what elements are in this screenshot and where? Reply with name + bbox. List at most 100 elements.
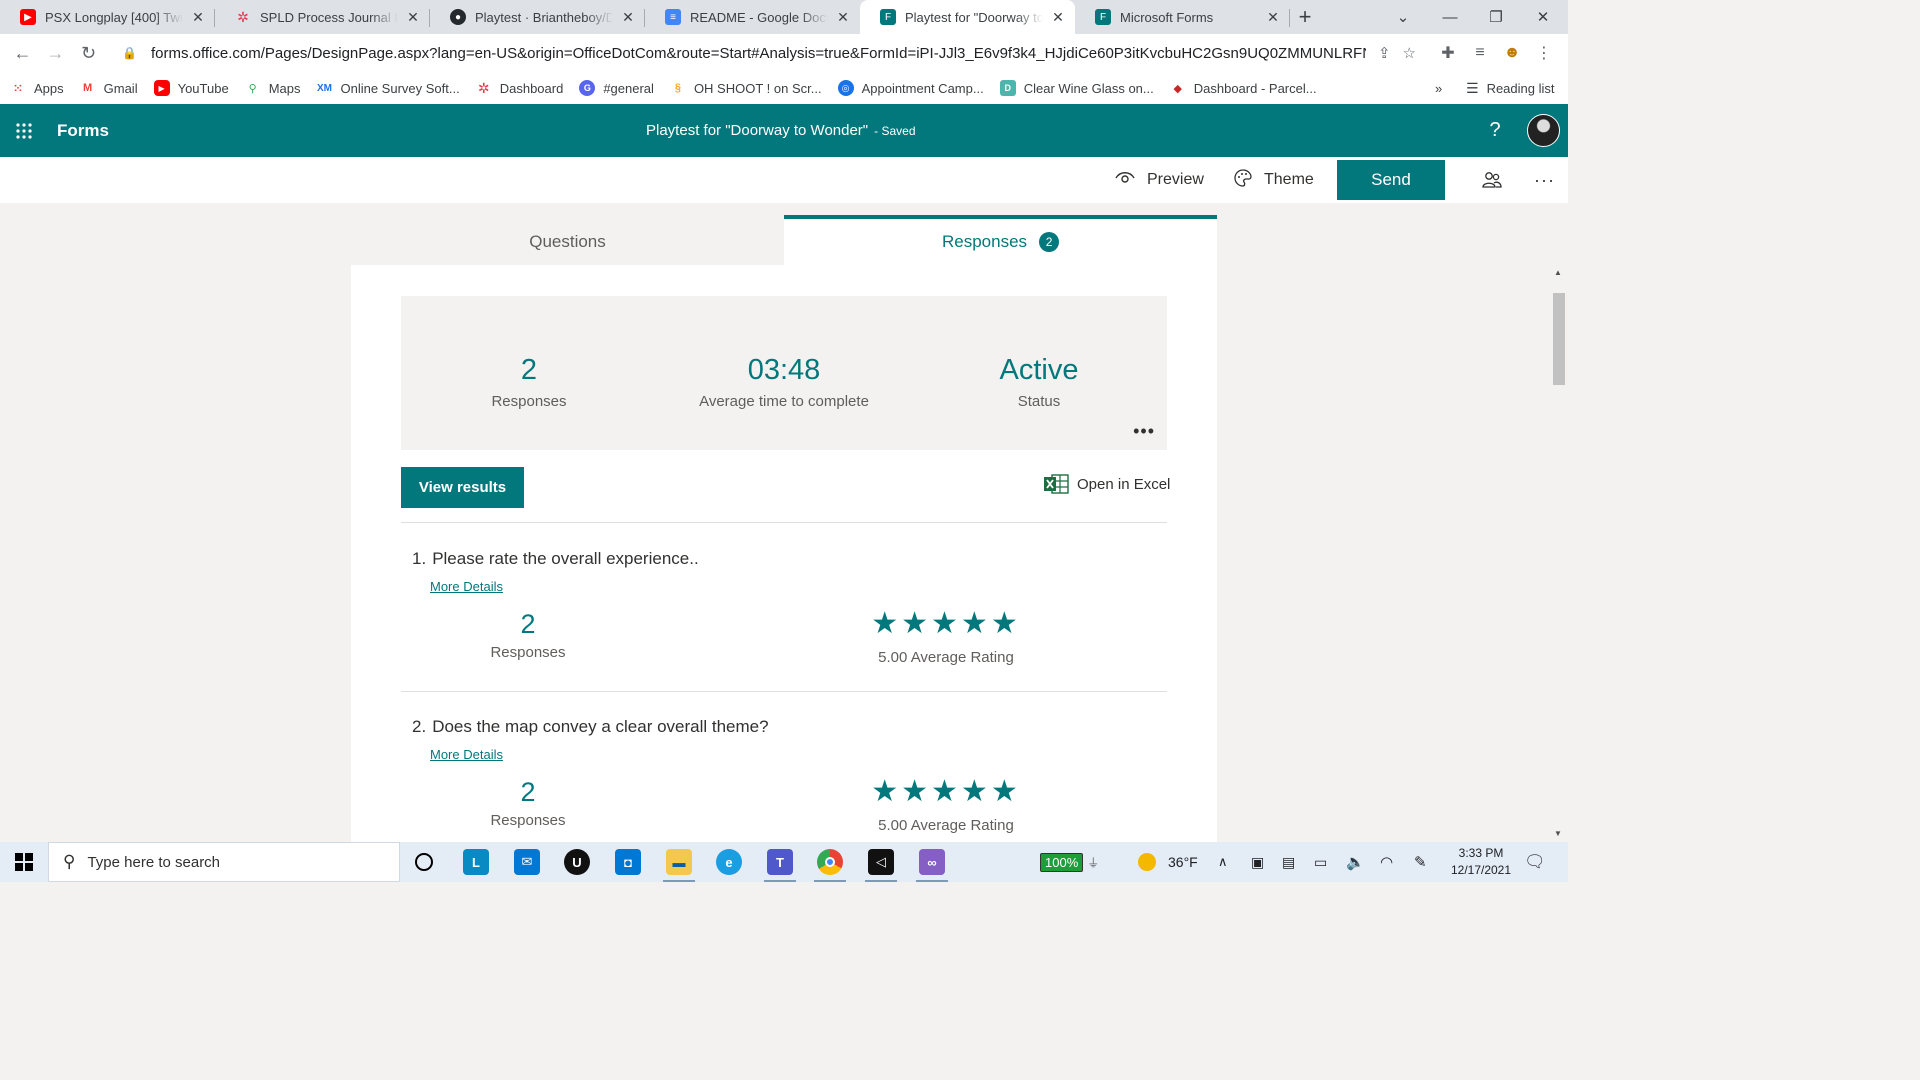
star-rating-icon: ★★★★★ [871, 775, 1021, 808]
close-tab-icon[interactable]: ✕ [1049, 8, 1067, 26]
chrome-icon[interactable] [808, 842, 852, 882]
close-window-icon[interactable]: ✕ [1520, 0, 1566, 34]
summary-more-options-icon[interactable]: ••• [1133, 421, 1155, 442]
reload-icon[interactable]: ↻ [72, 37, 105, 70]
file-explorer-icon[interactable]: ▬ [657, 842, 701, 882]
collaborate-people-icon[interactable] [1482, 157, 1502, 203]
divider [401, 691, 1167, 692]
system-clock[interactable]: 3:33 PM 12/17/2021 [1446, 845, 1516, 879]
close-tab-icon[interactable]: ✕ [404, 8, 422, 26]
pen-icon[interactable]: ✎ [1414, 842, 1427, 882]
bookmark-youtube[interactable]: ▶ YouTube [153, 80, 229, 96]
help-icon[interactable]: ? [1480, 104, 1510, 157]
display-icon[interactable]: ▤ [1282, 842, 1295, 882]
bookmark-wine-glass[interactable]: D Clear Wine Glass on... [999, 80, 1154, 96]
profile-extension-icon[interactable]: ☻ [1496, 36, 1528, 70]
maps-pin-icon: ⚲ [248, 82, 257, 95]
notifications-icon[interactable]: 🗨 [1524, 842, 1546, 882]
share-icon[interactable]: ⇪ [1378, 44, 1391, 62]
youtube-icon: ▶ [20, 9, 36, 25]
sun-icon [1138, 853, 1156, 871]
wifi-icon[interactable]: ◠ [1380, 842, 1393, 882]
close-tab-icon[interactable]: ✕ [834, 8, 852, 26]
theme-label: Theme [1264, 171, 1314, 188]
browser-tab[interactable]: ≡ README - Google Docs ✕ [645, 0, 860, 34]
reading-list-button[interactable]: ☰ Reading list [1466, 80, 1555, 97]
send-button[interactable]: Send [1337, 160, 1445, 200]
taskbar-app-tile: ▬ [666, 849, 692, 875]
volume-icon[interactable]: 🔈 [1346, 842, 1365, 882]
avatar[interactable] [1527, 114, 1560, 147]
bookmark-survey[interactable]: XM Online Survey Soft... [316, 80, 460, 96]
linkedin-learning-icon[interactable]: L [454, 842, 498, 882]
back-arrow-icon[interactable]: ← [6, 37, 39, 70]
bookmark-scratch[interactable]: § OH SHOOT ! on Scr... [670, 80, 822, 96]
unity-icon[interactable]: ◁ [859, 842, 903, 882]
browser-tab[interactable]: ✲ SPLD Process Journal 8: Playtest ✕ [215, 0, 430, 34]
bookmark-general[interactable]: G #general [579, 80, 654, 96]
average-time-label: Average time to complete [699, 393, 869, 410]
forward-arrow-icon[interactable]: → [39, 37, 72, 70]
close-tab-icon[interactable]: ✕ [619, 8, 637, 26]
tab-search-chevron-icon[interactable]: ⌄ [1380, 0, 1426, 34]
bookmark-maps[interactable]: ⚲ Maps [245, 80, 301, 96]
tab-questions[interactable]: Questions [351, 215, 784, 265]
edge-icon[interactable]: e [707, 842, 751, 882]
visual-studio-icon[interactable]: ∞ [910, 842, 954, 882]
reading-list-label: Reading list [1486, 80, 1555, 96]
battery-indicator[interactable]: 100% ⏚ [1040, 842, 1099, 882]
average-rating-label: 5.00 Average Rating [878, 649, 1014, 666]
question-responses-label: Responses [490, 812, 566, 829]
page-scrollbar[interactable]: ▲ ▼ [1550, 262, 1568, 842]
scroll-up-arrow-icon[interactable]: ▲ [1554, 268, 1562, 277]
media-queue-icon[interactable]: ≡ [1464, 36, 1496, 70]
bookmark-star-icon[interactable]: ☆ [1403, 44, 1416, 62]
search-icon: ⚲ [63, 852, 76, 871]
new-tab-button[interactable]: + [1290, 0, 1320, 34]
question-text: Please rate the overall experience.. [432, 549, 699, 568]
close-tab-icon[interactable]: ✕ [1264, 8, 1282, 26]
minimize-icon[interactable]: — [1427, 0, 1473, 34]
scrollbar-thumb[interactable] [1553, 293, 1565, 385]
weather-widget[interactable]: 36°F [1138, 842, 1198, 882]
mail-icon[interactable]: ✉ [505, 842, 549, 882]
browser-tab[interactable]: ● Playtest · Briantheboy/Doorway ✕ [430, 0, 645, 34]
bookmark-apps[interactable]: ⁙ Apps [10, 80, 63, 96]
cortana-icon[interactable] [402, 842, 446, 882]
windows-start-icon[interactable] [0, 842, 48, 882]
scroll-down-arrow-icon[interactable]: ▼ [1554, 829, 1562, 838]
unreal-engine-icon[interactable]: U [555, 842, 599, 882]
browser-tab[interactable]: ▶ PSX Longplay [400] Twisted Metal ✕ [0, 0, 215, 34]
browser-tab[interactable]: F Microsoft Forms ✕ [1075, 0, 1290, 34]
browser-menu-icon[interactable]: ⋮ [1528, 36, 1560, 70]
view-results-button[interactable]: View results [401, 467, 524, 508]
extensions-puzzle-icon[interactable]: ✚ [1432, 36, 1464, 70]
restore-icon[interactable]: ❐ [1473, 0, 1519, 34]
app-launcher-waffle-icon[interactable] [0, 104, 48, 157]
teams-icon[interactable]: T [758, 842, 802, 882]
browser-tab-active[interactable]: F Playtest for "Doorway to Wonder" ✕ [860, 0, 1075, 34]
average-time-value: 03:48 [747, 354, 821, 386]
taskbar-search-box[interactable]: ⚲ Type here to search [48, 842, 400, 882]
more-details-link[interactable]: More Details [430, 579, 1167, 594]
bookmark-appointment[interactable]: ◎ Appointment Camp... [837, 80, 984, 96]
bookmark-dashboard[interactable]: ✲ Dashboard [476, 80, 563, 96]
theme-button[interactable]: Theme [1234, 157, 1314, 203]
bookmarks-overflow-icon[interactable]: » [1435, 81, 1442, 96]
close-tab-icon[interactable]: ✕ [189, 8, 207, 26]
bookmark-gmail[interactable]: M Gmail [80, 80, 138, 96]
tab-responses-label: Responses [941, 232, 1028, 251]
app-name[interactable]: Forms [57, 121, 109, 141]
open-in-excel-button[interactable]: Open in Excel [1043, 473, 1170, 495]
battery-icon[interactable]: ▭ [1314, 842, 1327, 882]
meet-now-icon[interactable]: ▣ [1251, 842, 1264, 882]
store-icon[interactable]: ◘ [606, 842, 650, 882]
more-details-link[interactable]: More Details [430, 747, 1167, 762]
preview-button[interactable]: Preview [1115, 157, 1204, 203]
bookmark-label: OH SHOOT ! on Scr... [693, 80, 822, 96]
show-hidden-icons-chevron-icon[interactable]: ∧ [1218, 842, 1228, 882]
more-options-icon[interactable]: ··· [1534, 157, 1555, 203]
tab-responses[interactable]: Responses 2 [784, 215, 1217, 265]
bookmark-parcel[interactable]: ◆ Dashboard - Parcel... [1170, 80, 1317, 96]
url-bar[interactable]: 🔒 forms.office.com/Pages/DesignPage.aspx… [112, 37, 1422, 69]
